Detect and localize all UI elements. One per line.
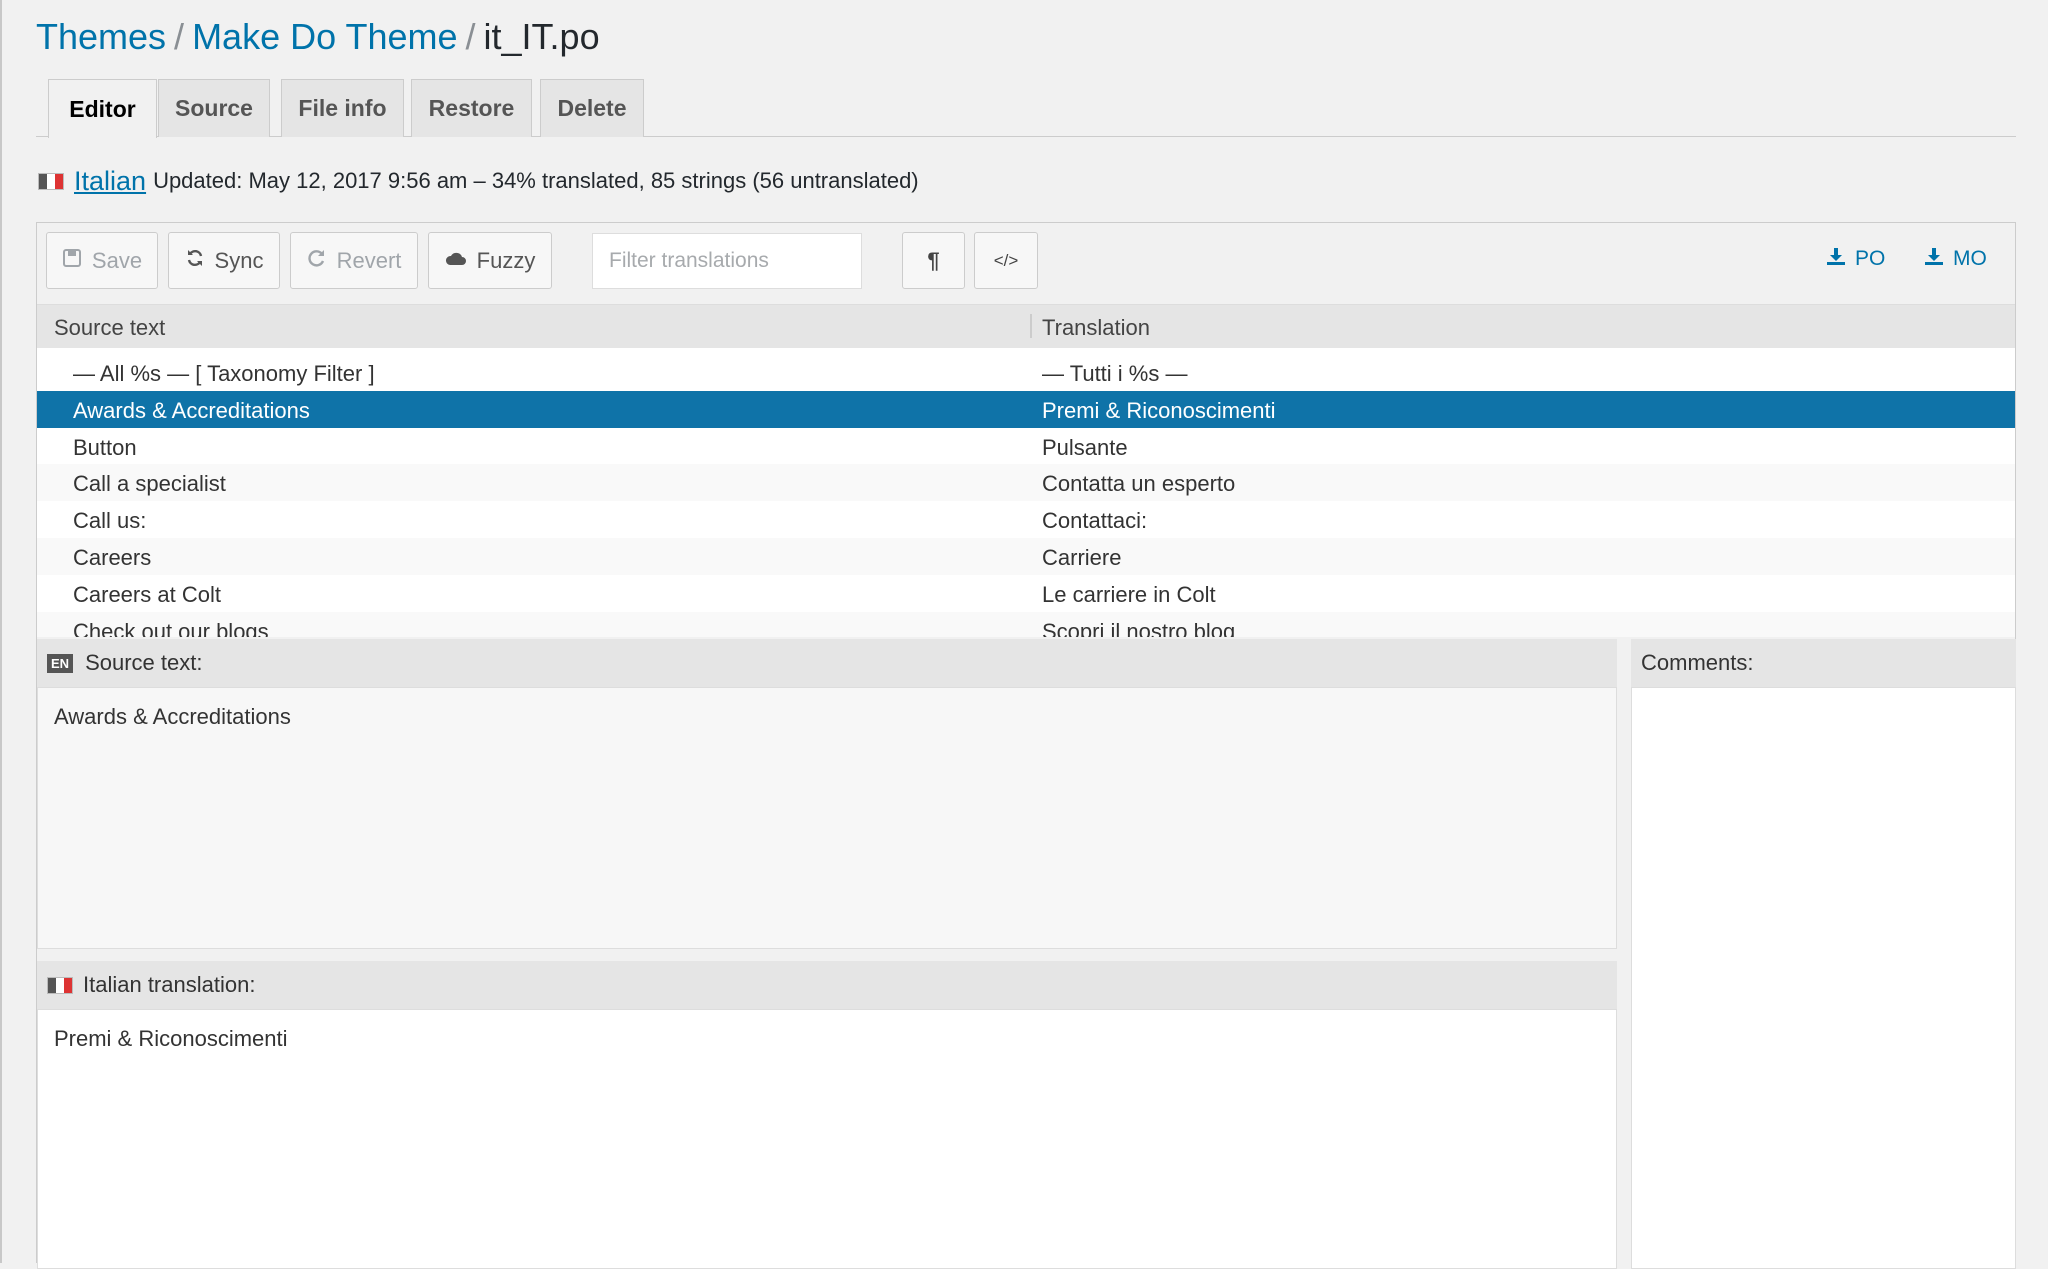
fuzzy-button[interactable]: Fuzzy — [428, 232, 552, 289]
translation-textarea[interactable]: Premi & Riconoscimenti — [37, 1009, 1617, 1269]
revert-label: Revert — [336, 247, 402, 273]
save-button[interactable]: Save — [46, 232, 158, 289]
tab-delete[interactable]: Delete — [540, 79, 644, 137]
translation-row[interactable]: Button Pulsante — [37, 428, 2015, 465]
row-source-text: Awards & Accreditations — [73, 397, 310, 423]
sync-button[interactable]: Sync — [168, 232, 280, 289]
download-mo-button[interactable]: MO — [1924, 247, 1987, 271]
row-translation-text: Scopri il nostro blog — [1042, 618, 1236, 637]
row-translation-text: Contatta un esperto — [1042, 471, 1236, 497]
row-translation-text: — Tutti i %s — — [1042, 361, 1188, 386]
translation-status-text: Updated: May 12, 2017 9:56 am – 34% tran… — [153, 168, 919, 193]
download-icon — [1924, 247, 1944, 271]
breadcrumb-current-file: it_IT.po — [483, 16, 600, 57]
list-rows: — All %s — [ Taxonomy Filter ] — Tutti i … — [37, 354, 2015, 637]
row-source-text: Careers at Colt — [73, 581, 221, 607]
row-source-text: Button — [73, 434, 137, 460]
translation-row[interactable]: Call a specialist Contatta un esperto — [37, 464, 2015, 502]
sync-icon — [185, 248, 205, 274]
po-editor: Save Sync Revert Fuzzy ¶ </> — [36, 222, 2016, 1269]
row-source-text: Careers — [73, 544, 152, 570]
tab-editor[interactable]: Editor — [48, 79, 157, 138]
english-language-badge: EN — [47, 653, 74, 673]
breadcrumb-theme-link[interactable]: Make Do Theme — [192, 16, 457, 57]
tab-source[interactable]: Source — [158, 79, 270, 137]
breadcrumb-separator: / — [465, 16, 476, 57]
source-text-display: Awards & Accreditations — [37, 687, 1617, 949]
save-label: Save — [91, 247, 143, 273]
row-translation-text: Contattaci: — [1042, 508, 1148, 534]
translation-row[interactable]: Call us: Contattaci: — [37, 501, 2015, 538]
translation-row[interactable]: — All %s — [ Taxonomy Filter ] — Tutti i … — [37, 354, 2015, 391]
source-text-pane-title: Source text: — [85, 650, 203, 675]
breadcrumb: Themes / Make Do Theme / it_IT.po — [36, 12, 600, 62]
window-edge — [0, 0, 2, 1263]
breadcrumb-themes-link[interactable]: Themes — [36, 16, 166, 57]
comments-textarea[interactable] — [1631, 687, 2016, 1269]
translation-list: Source text Translation — All %s — [ Tax… — [37, 305, 2015, 637]
translation-column-header[interactable]: Translation — [1042, 315, 1150, 341]
comments-pane-header: Comments: — [1631, 639, 2016, 687]
row-translation-text: Pulsante — [1042, 434, 1128, 460]
sync-label: Sync — [214, 247, 264, 273]
editor-toolbar: Save Sync Revert Fuzzy ¶ </> — [37, 223, 2015, 305]
save-icon — [62, 248, 82, 274]
row-translation-text: Le carriere in Colt — [1042, 581, 1216, 607]
translation-row[interactable]: Awards & Accreditations Premi & Riconosci… — [37, 390, 2015, 428]
italian-translation-pane-title: Italian translation: — [83, 972, 256, 997]
revert-button[interactable]: Revert — [290, 232, 418, 289]
row-source-text: Check out our blogs — [73, 618, 269, 637]
cloud-icon — [445, 249, 467, 273]
translation-row[interactable]: Check out our blogs Scopri il nostro blog — [37, 611, 2015, 637]
file-status: Italian Updated: May 12, 2017 9:56 am – … — [38, 162, 919, 200]
tab-file-info[interactable]: File info — [281, 79, 404, 137]
comments-pane-title: Comments: — [1641, 650, 1754, 675]
italy-flag-icon — [47, 976, 73, 994]
translation-row[interactable]: Careers Carriere — [37, 537, 2015, 575]
breadcrumb-separator: / — [174, 16, 185, 57]
row-source-text: Call us: — [73, 508, 147, 534]
filter-translations-input[interactable] — [592, 233, 862, 289]
fuzzy-label: Fuzzy — [476, 247, 536, 273]
page: Themes / Make Do Theme / it_IT.po Editor Sou… — [0, 0, 2048, 1269]
row-source-text: Call a specialist — [73, 471, 226, 497]
tab-restore[interactable]: Restore — [411, 79, 532, 137]
download-icon — [1826, 247, 1846, 271]
column-resize-handle[interactable] — [1030, 314, 1032, 338]
list-header: Source text Translation — [37, 305, 2015, 348]
italy-flag-icon — [38, 172, 64, 190]
tab-bar: Editor Source File info Restore Delete — [36, 79, 2016, 138]
download-po-label: PO — [1855, 247, 1886, 270]
translation-row[interactable]: Careers at Colt Le carriere in Colt — [37, 575, 2015, 612]
language-link[interactable]: Italian — [74, 166, 146, 197]
source-text-column-header[interactable]: Source text — [54, 315, 165, 341]
toggle-code-view-button[interactable]: </> — [974, 232, 1038, 289]
source-text-pane-header: EN Source text: — [37, 639, 1617, 687]
italian-translation-pane-header: Italian translation: — [37, 961, 1617, 1009]
row-translation-text: Carriere — [1042, 544, 1122, 570]
revert-icon — [307, 248, 327, 274]
row-source-text: — All %s — [ Taxonomy Filter ] — [73, 361, 375, 386]
download-mo-label: MO — [1953, 247, 1987, 270]
download-po-button[interactable]: PO — [1826, 247, 1885, 271]
show-invisibles-button[interactable]: ¶ — [902, 232, 965, 289]
row-translation-text: Premi & Riconoscimenti — [1042, 397, 1276, 423]
